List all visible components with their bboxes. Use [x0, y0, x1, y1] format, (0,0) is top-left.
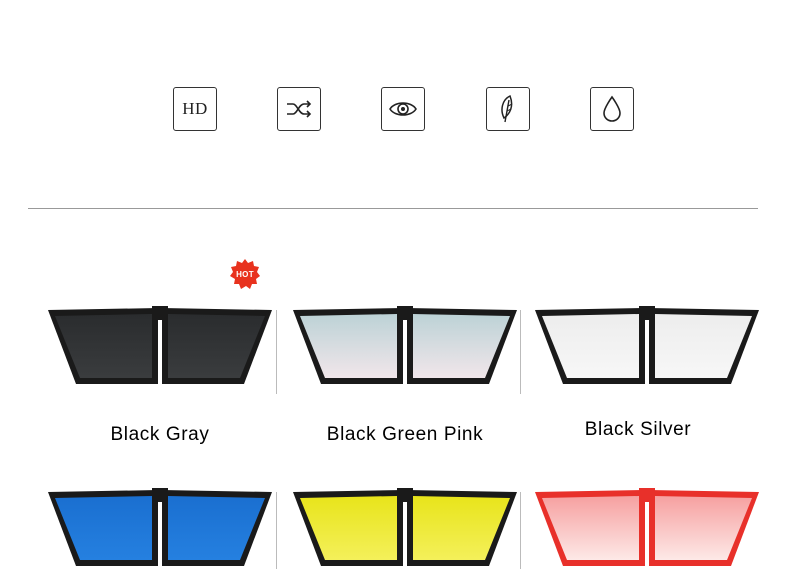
feather-icon — [486, 87, 530, 131]
product-image-yellow[interactable] — [285, 482, 525, 582]
section-divider — [28, 208, 758, 209]
product-image-black-silver[interactable] — [527, 300, 767, 400]
lens-right — [655, 314, 752, 378]
product-label-black-gray: Black Gray — [110, 424, 210, 445]
lens-left — [55, 496, 152, 560]
lens-right — [168, 496, 265, 560]
product-image-blue[interactable] — [40, 482, 280, 582]
hot-badge: HOT — [229, 258, 261, 290]
hd-icon: HD — [173, 87, 217, 131]
lens-right — [413, 496, 510, 560]
column-divider — [276, 492, 277, 569]
shuffle-icon — [277, 87, 321, 131]
frame-bridge — [152, 306, 168, 320]
frame-bridge — [397, 306, 413, 320]
product-label-black-green-pink: Black Green Pink — [326, 424, 484, 445]
product-image-black-gray[interactable] — [40, 300, 280, 400]
water-drop-icon — [590, 87, 634, 131]
lens-right — [655, 496, 752, 560]
frame-bridge — [639, 306, 655, 320]
frame-bridge — [152, 488, 168, 502]
hd-label: HD — [182, 99, 208, 118]
hot-badge-text: HOT — [236, 269, 254, 279]
product-image-black-green-pink[interactable] — [285, 300, 525, 400]
column-divider — [520, 492, 521, 569]
column-divider — [276, 310, 277, 394]
lens-right — [413, 314, 510, 378]
eye-icon — [381, 87, 425, 131]
frame-bridge — [639, 488, 655, 502]
product-image-red-pink[interactable] — [527, 482, 767, 582]
lens-left — [300, 496, 397, 560]
lens-left — [55, 314, 152, 378]
lens-left — [300, 314, 397, 378]
product-label-black-silver: Black Silver — [584, 419, 692, 440]
column-divider — [520, 310, 521, 394]
lens-left — [542, 496, 639, 560]
lens-right — [168, 314, 265, 378]
frame-bridge — [397, 488, 413, 502]
lens-left — [542, 314, 639, 378]
